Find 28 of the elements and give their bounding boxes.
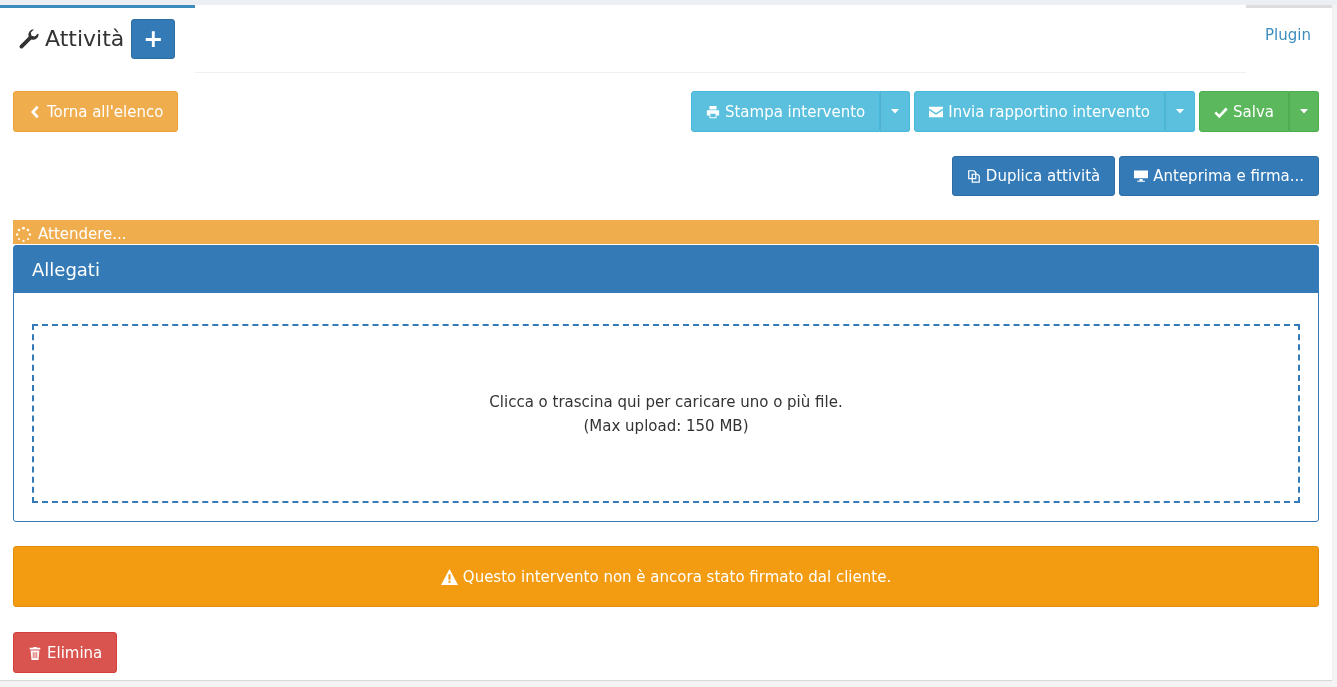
- send-report-button[interactable]: Invia rapportino intervento: [914, 91, 1166, 132]
- warning-icon: [440, 568, 458, 585]
- monitor-icon: [1134, 169, 1149, 183]
- delete-button[interactable]: Elimina: [13, 632, 118, 673]
- add-button[interactable]: +: [131, 18, 176, 59]
- printer-icon: [705, 104, 720, 119]
- dropzone-text: Clicca o trascina qui per caricare uno o più file. (Max upload: 150 MB): [489, 391, 843, 437]
- caret-icon: [891, 109, 900, 114]
- envelope-icon: [929, 104, 944, 119]
- tab[interactable]: Attività +: [0, 5, 195, 73]
- caret-icon: [1300, 109, 1308, 114]
- copy-icon: [966, 169, 981, 183]
- print-button[interactable]: Stampa intervento: [690, 91, 881, 132]
- dropzone[interactable]: Clicca o trascina qui per caricare uno o più file. (Max upload: 150 MB): [32, 324, 1300, 503]
- dropdown-toggle[interactable]: [1289, 91, 1319, 132]
- loading-text: Attendere...: [38, 225, 127, 243]
- alert-text: Questo intervento non è ancora stato firmato dal cliente.: [462, 567, 892, 586]
- duplicate-button[interactable]: Duplica attività: [951, 156, 1116, 196]
- tab[interactable]: Plugin: [1246, 5, 1332, 73]
- panel-header: Allegati: [14, 246, 1318, 293]
- wrench-icon: [18, 27, 40, 50]
- dropdown-toggle[interactable]: [880, 91, 911, 132]
- spinner-icon: [15, 225, 32, 243]
- preview-sign-button[interactable]: Anteprima e firma...: [1119, 156, 1319, 196]
- dropdown-toggle[interactable]: [1165, 91, 1196, 132]
- save-button[interactable]: Salva: [1199, 91, 1289, 132]
- caret-icon: [1176, 109, 1185, 114]
- trash-icon: [28, 645, 42, 660]
